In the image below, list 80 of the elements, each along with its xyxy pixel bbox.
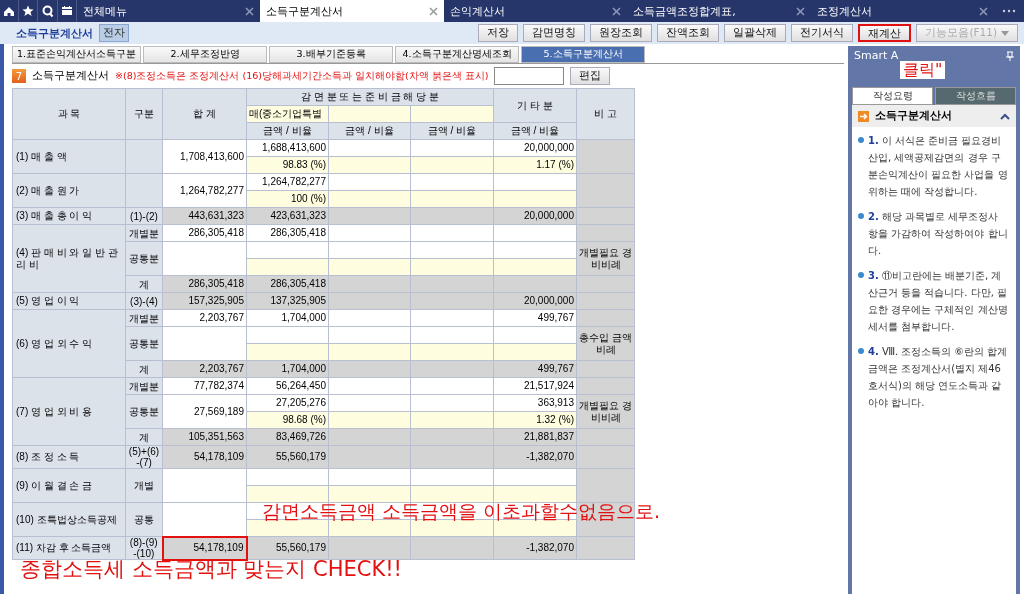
sub-tab[interactable]: 2.세무조정반영 <box>143 46 268 63</box>
number-icon: 7 <box>12 69 26 83</box>
toolbar-button[interactable]: 잔액조회 <box>657 24 720 42</box>
electronic-button[interactable]: 전자 <box>99 24 129 42</box>
toolbar-button[interactable]: 감면명칭 <box>523 24 586 42</box>
close-icon[interactable] <box>245 6 255 16</box>
tab-label[interactable]: 소득금액조정합계표, <box>633 3 736 19</box>
bullet-icon <box>858 137 864 143</box>
guide-text: 3. ⑪비고란에는 배분기준, 계산근거 등을 적습니다. 다만, 필요한 경우에는 구체적인 계산명세서를 첨부합니다. <box>868 269 1008 334</box>
row-label: (4) 판 매 비 와 일 반 관 리 비 <box>12 224 126 293</box>
calendar-icon[interactable] <box>59 4 74 18</box>
row-label: (7) 영 업 외 비 용 <box>12 377 126 446</box>
bullet-icon <box>858 213 864 219</box>
row-label: (10) 조특법상소득공제 <box>12 502 126 537</box>
note-cell: 개별필요 경비비례 <box>576 394 635 429</box>
toolbar-button[interactable]: 원장조회 <box>590 24 653 42</box>
tab-label[interactable]: 조정계산서 <box>816 3 872 19</box>
row-label: (8) 조 정 소 득 <box>12 445 126 469</box>
column-header: 과 목 <box>12 88 126 140</box>
annotation-text: 종합소득세 소득금액과 맞는지 CHECK!! <box>20 558 403 582</box>
caret-icon <box>1001 30 1009 36</box>
column-header: 구분 <box>125 88 163 140</box>
note-cell: 개별필요 경비비례 <box>576 241 635 276</box>
sub-tab[interactable]: 1.표준손익계산서소득구분 <box>12 46 142 63</box>
bullet-icon <box>858 272 864 278</box>
search-icon[interactable] <box>40 4 55 18</box>
star-icon[interactable] <box>21 4 36 18</box>
close-icon[interactable] <box>612 6 622 16</box>
guide-text: 1. 이 서식은 준비금 필요경비산입, 세액공제감면의 경우 구분손익계산이 필요한 사업을 영위하는 때에 작성합니다. <box>868 134 1008 199</box>
close-icon[interactable] <box>795 6 805 16</box>
collapse-icon[interactable] <box>1000 112 1010 120</box>
annotation-text: 클릭" <box>900 61 946 79</box>
close-icon[interactable] <box>978 6 988 16</box>
toolbar-button[interactable]: 저장 <box>478 24 519 42</box>
row-label: (9) 이 월 결 손 금 <box>12 468 126 503</box>
annotation-text: 감면소득금액 소득금액을 이초과할수없음으로. <box>262 501 661 522</box>
toolbar-button[interactable]: 일괄삭제 <box>724 24 787 42</box>
form-title: 소득구분계산서 <box>32 69 109 83</box>
close-icon[interactable] <box>428 6 438 16</box>
notice-text: ※(8)조정소득은 조정계산서 (16)당해과세기간소득과 일치해야함(차액 붉은색 표시) <box>115 69 489 83</box>
row-label: (2) 매 출 원 가 <box>12 173 126 208</box>
guide-text: 2. 해당 과목별로 세무조정사항을 가감하여 작성하여야 합니다. <box>868 210 1008 258</box>
column-header: 합 계 <box>162 88 247 140</box>
tab[interactable]: 전체메뉴 <box>76 0 261 22</box>
toolbar-button[interactable]: 재계산 <box>858 24 912 42</box>
more-icon[interactable] <box>1002 9 1016 13</box>
row-label: (6) 영 업 외 수 익 <box>12 309 126 378</box>
sub-tab[interactable]: 4.소득구분계산명세조회 <box>395 46 520 63</box>
tab[interactable]: 조정계산서 <box>810 0 994 22</box>
tab[interactable]: 소득금액조정합계표, <box>627 0 811 22</box>
column-header: 비 고 <box>576 88 635 140</box>
panel-tab[interactable]: 작성흐름 <box>935 87 1016 105</box>
screen-title: 소득구분계산서 <box>16 25 93 41</box>
sub-tab[interactable]: 3.배부기준등록 <box>269 46 394 63</box>
table-cell: 1,708,413,600 <box>162 139 247 174</box>
table-cell: 1,264,782,277 <box>162 173 247 208</box>
tab[interactable]: 소득구분계산서 <box>260 0 444 22</box>
panel-title: Smart A <box>854 49 899 62</box>
tab-label[interactable]: 소득구분계산서 <box>266 3 344 19</box>
bullet-icon <box>858 348 864 354</box>
tab[interactable]: 손익계산서 <box>443 0 628 22</box>
row-label: (11) 차감 후 소득금액 <box>12 536 126 560</box>
arrow-icon <box>858 110 869 122</box>
sub-tab[interactable]: 5.소득구분계산서 <box>521 46 646 63</box>
panel-heading: 소득구분계산서 <box>875 109 952 123</box>
input-field[interactable] <box>494 67 565 85</box>
home-icon[interactable] <box>2 4 17 18</box>
tab-label[interactable]: 손익계산서 <box>449 3 505 19</box>
toolbar-button[interactable]: 전기서식 <box>791 24 854 42</box>
guide-text: 4. Ⅷ. 조정소득의 ⑥란의 합계금액은 조정계산서(별지 제46호서식)의 해당 연도소득과 같아야 합니다. <box>868 345 1008 410</box>
row-label: (1) 매 출 액 <box>12 139 126 174</box>
pin-icon[interactable] <box>1006 50 1014 61</box>
table-cell: 27,569,189 <box>162 394 247 429</box>
table-cell: 54,178,109 <box>162 536 247 560</box>
note-cell: 총수입 금액비례 <box>576 326 635 361</box>
edit-button[interactable]: 편집 <box>570 67 611 85</box>
column-header: 감 면 분 또 는 준 비 금 해 당 분 <box>246 88 494 106</box>
panel-tab[interactable]: 작성요령 <box>852 87 933 105</box>
tab-label[interactable]: 전체메뉴 <box>82 3 127 19</box>
column-header: 기 타 분 <box>493 88 577 123</box>
